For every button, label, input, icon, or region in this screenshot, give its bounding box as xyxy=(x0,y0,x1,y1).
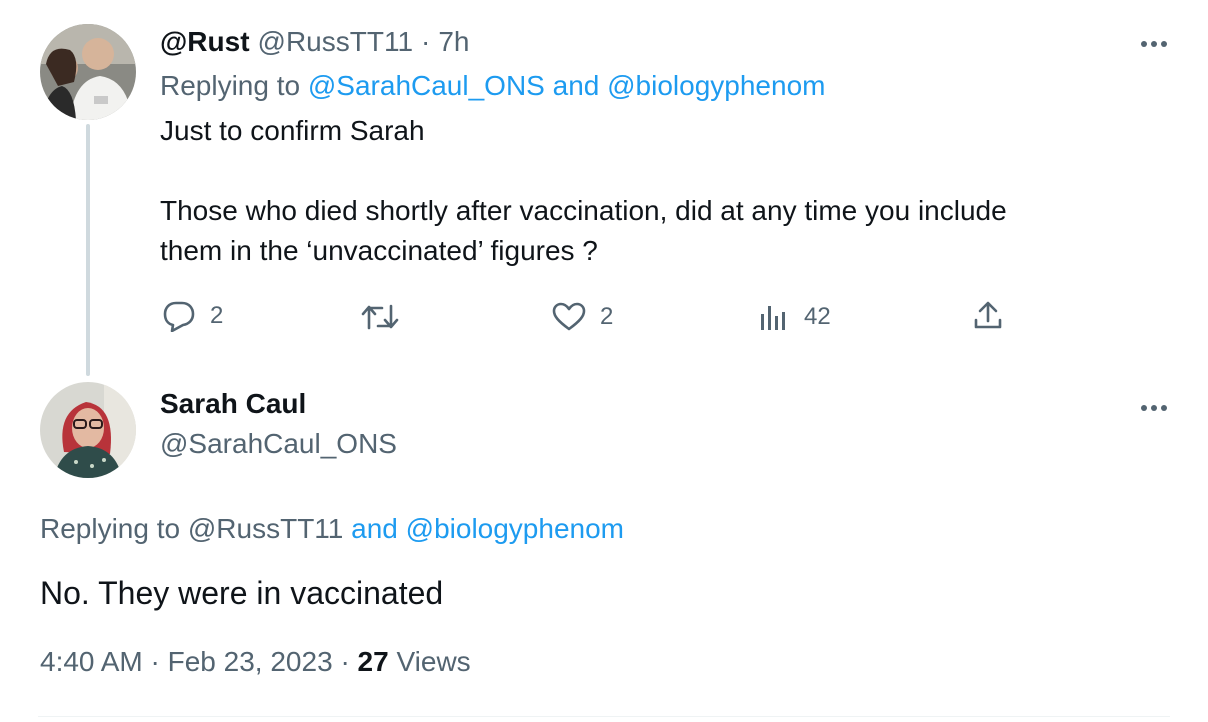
divider xyxy=(38,716,1170,717)
replying-mentions[interactable]: @SarahCaul_ONS and @biologyphenom xyxy=(308,70,826,101)
thread-line xyxy=(86,124,90,376)
tweet-text-line: Just to confirm Sarah xyxy=(160,115,425,146)
views-icon xyxy=(761,306,785,330)
avatar-rust-image xyxy=(40,24,136,120)
replying-to: Replying to @SarahCaul_ONS and @biologyp… xyxy=(160,66,825,106)
replying-prefix: Replying to xyxy=(160,70,301,101)
avatar-sarah-caul-image xyxy=(40,382,136,478)
like-icon xyxy=(552,302,586,331)
main-tweet-meta: 4:40 AM · Feb 23, 2023 · 27 Views xyxy=(40,646,471,678)
avatar-sarah-caul[interactable] xyxy=(40,382,136,478)
main-replying-prefix: Replying to xyxy=(40,513,181,544)
more-icon xyxy=(1141,41,1167,47)
views-count: 42 xyxy=(804,303,831,330)
main-tweet-text: No. They were in vaccinated xyxy=(40,575,444,611)
tweet-date[interactable]: Feb 23, 2023 xyxy=(168,646,333,677)
reply-button[interactable]: 2 xyxy=(162,300,223,332)
main-author-handle[interactable]: @SarahCaul_ONS xyxy=(160,428,397,460)
separator: · xyxy=(421,26,431,57)
main-replying-user[interactable]: @RussTT11 xyxy=(188,513,344,544)
more-options-button[interactable] xyxy=(1134,32,1174,56)
retweet-icon xyxy=(361,304,399,330)
meta-separator: · xyxy=(340,646,350,677)
tweet-text-line: Those who died shortly after vaccination… xyxy=(160,195,1007,226)
main-views-label: Views xyxy=(396,646,471,677)
author-handle[interactable]: @RussTT11 xyxy=(258,26,414,58)
main-author-name[interactable]: Sarah Caul xyxy=(160,388,306,420)
views-button[interactable]: 42 xyxy=(760,303,831,331)
retweet-button[interactable] xyxy=(360,302,414,332)
main-more-options-button[interactable] xyxy=(1134,396,1174,420)
like-count: 2 xyxy=(600,303,614,330)
share-icon xyxy=(974,301,1002,329)
main-views-count: 27 xyxy=(357,646,389,677)
timestamp[interactable]: 7h xyxy=(438,26,469,58)
meta-separator: · xyxy=(150,646,160,677)
like-button[interactable]: 2 xyxy=(552,302,613,332)
avatar-rust[interactable] xyxy=(40,24,136,120)
author-name[interactable]: @Rust xyxy=(160,26,250,58)
share-button[interactable] xyxy=(972,300,1004,332)
reply-count: 2 xyxy=(210,302,224,329)
reply-tweet-header: @Rust @RussTT11 · 7h xyxy=(160,26,470,58)
more-icon xyxy=(1141,405,1167,411)
tweet-time[interactable]: 4:40 AM xyxy=(40,646,143,677)
main-replying-rest[interactable]: and @biologyphenom xyxy=(351,513,624,544)
reply-icon xyxy=(163,301,195,332)
tweet-text-line: them in the ‘unvaccinated’ figures ? xyxy=(160,235,598,266)
main-replying-to: Replying to @RussTT11 and @biologyphenom xyxy=(40,509,624,549)
